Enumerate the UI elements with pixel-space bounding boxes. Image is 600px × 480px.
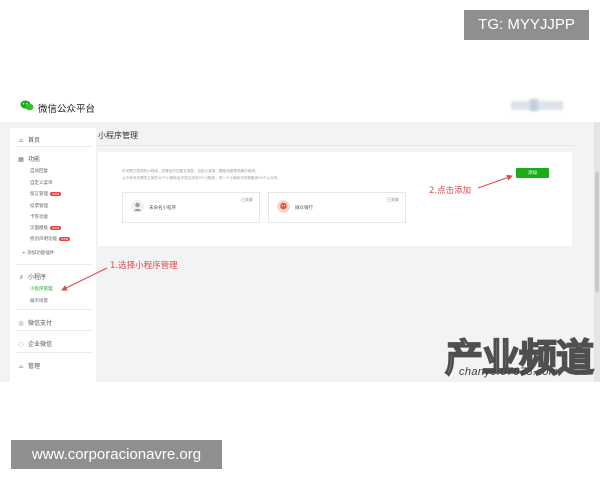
- sidebar-item-auto-reply[interactable]: 自动回复: [30, 168, 48, 174]
- grid-icon: ▦: [18, 155, 24, 163]
- sidebar-item-label: 微信支付: [28, 320, 53, 327]
- account-avatar-icon: [530, 99, 538, 111]
- home-icon: ⌂: [19, 136, 23, 144]
- app-title: 微信公众平台: [38, 104, 96, 115]
- sidebar-item-label: 功能: [28, 156, 41, 163]
- page-title: 小程序管理: [98, 131, 138, 140]
- sidebar-item-features[interactable]: ▦ 功能: [18, 154, 40, 163]
- divider: [98, 145, 574, 146]
- enterprise-icon: ◌: [18, 340, 24, 348]
- divider: [16, 330, 92, 331]
- description-line: 公众号可关联同主体的10个小程序及不同主体的3个小程序，同一个小程序可关联最多5…: [122, 176, 281, 180]
- sidebar-item-mini-program[interactable]: ∂ 小程序: [18, 272, 46, 281]
- divider: [16, 352, 92, 353]
- annotation-step2: 2.点击添加: [429, 186, 472, 196]
- avatar-icon: [277, 200, 290, 213]
- watermark-top-badge: TG: MYYJJPP: [464, 10, 589, 40]
- divider: [16, 146, 92, 147]
- sidebar-item-label: 原创声明功能: [30, 237, 57, 242]
- mini-program-card[interactable]: 未命名小程序 已关联: [122, 192, 260, 223]
- manage-icon: ⌓: [18, 362, 24, 370]
- sidebar-item-label: 首页: [28, 137, 41, 144]
- sidebar-item-label: 留言管理: [30, 192, 48, 197]
- add-plugin-link[interactable]: + 添加功能插件: [22, 250, 54, 256]
- mini-program-panel: 可关联已发布的小程序，关联后可在图文消息、自定义菜单、模板消息等场景中使用。 公…: [98, 152, 572, 246]
- new-badge: new: [50, 225, 62, 230]
- sidebar-item-home[interactable]: ⌂ 首页: [18, 135, 40, 144]
- annotation-step1: 1.选择小程序管理: [110, 261, 178, 271]
- description-line: 可关联已发布的小程序，关联后可在图文消息、自定义菜单、模板消息等场景中使用。: [122, 169, 259, 173]
- channel-site: chanye.07073.com: [459, 366, 559, 378]
- scrollbar-thumb[interactable]: [595, 172, 599, 292]
- add-button[interactable]: 添加: [516, 168, 549, 178]
- divider: [16, 264, 92, 265]
- sidebar-item-original[interactable]: 原创声明功能 new: [30, 236, 71, 242]
- sidebar-item-cards[interactable]: 卡券功能: [30, 214, 48, 220]
- sidebar-item-wechat-pay[interactable]: ◎ 微信支付: [18, 318, 52, 327]
- sidebar-item-label: 企业微信: [28, 341, 53, 348]
- sidebar-item-mini-program-manage[interactable]: 小程序管理: [30, 286, 53, 292]
- sidebar-item-manage[interactable]: ⌓ 管理: [18, 361, 40, 370]
- mini-program-card[interactable]: 微众银行 已关联: [268, 192, 406, 223]
- sidebar-item-comments[interactable]: 留言管理 new: [30, 191, 62, 197]
- card-status: 已关联: [387, 197, 399, 202]
- sidebar-item-enterprise[interactable]: ◌ 企业微信: [18, 339, 52, 348]
- new-badge: new: [59, 236, 71, 241]
- sidebar-item-label: 小程序: [28, 274, 47, 281]
- sidebar-item-label: 管理: [28, 363, 41, 370]
- sidebar-item-custom-menu[interactable]: 自定义菜单: [30, 180, 53, 186]
- sidebar-item-scenes[interactable]: 展示场景: [30, 298, 48, 304]
- sidebar-item-templates[interactable]: 页面模板 new: [30, 225, 62, 231]
- link-icon: ∂: [19, 273, 23, 281]
- divider: [16, 309, 92, 310]
- sidebar: ⌂ 首页 ▦ 功能 自动回复 自定义菜单 留言管理 new 投票管理 卡券功能 页面模…: [10, 128, 96, 382]
- wechat-logo-icon: [20, 100, 34, 111]
- user-avatar-icon: [131, 200, 144, 213]
- pay-icon: ◎: [18, 319, 24, 327]
- card-name: 未命名小程序: [149, 206, 176, 211]
- sidebar-item-votes[interactable]: 投票管理: [30, 203, 48, 209]
- watermark-bottom-badge: www.corporacionavre.org: [11, 440, 222, 469]
- card-name: 微众银行: [295, 206, 313, 211]
- sidebar-item-label: 页面模板: [30, 226, 48, 231]
- card-status: 已关联: [241, 197, 253, 202]
- top-bar: 微信公众平台: [0, 92, 600, 122]
- new-badge: new: [50, 191, 62, 196]
